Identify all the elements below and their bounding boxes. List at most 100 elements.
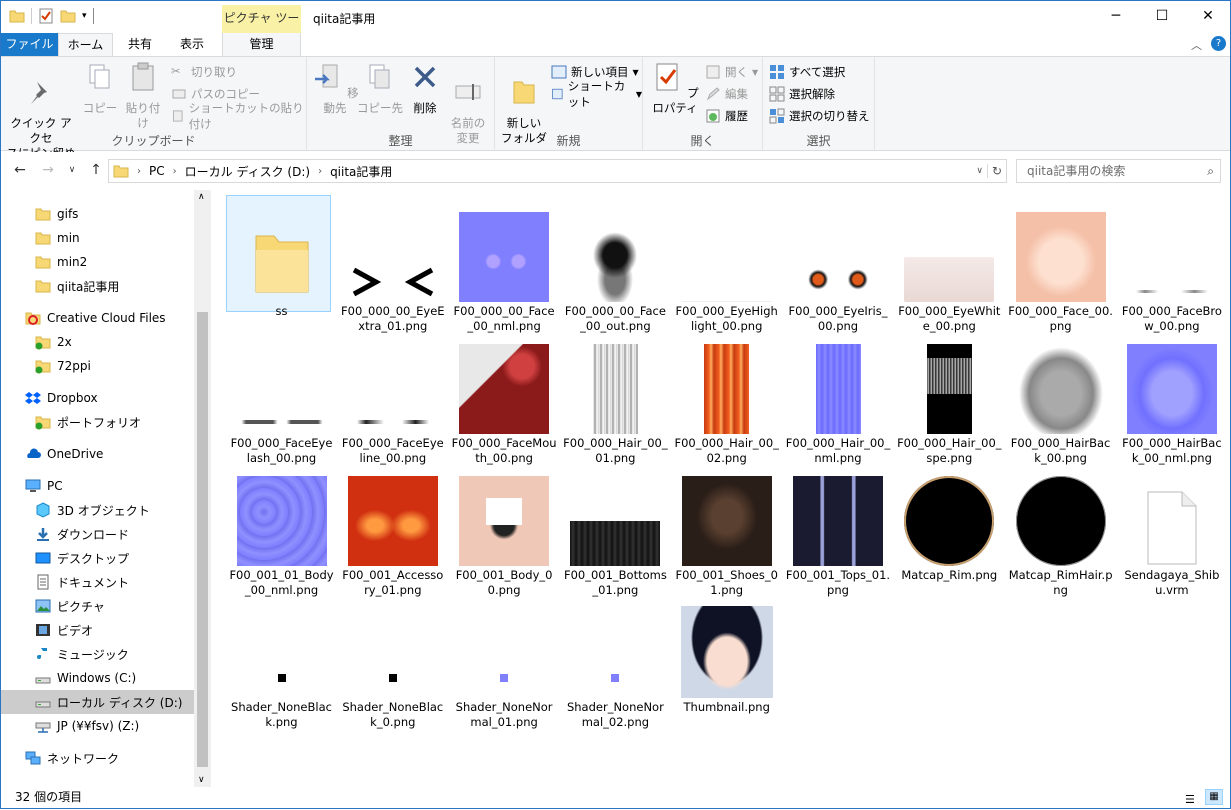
search-icon: ⌕ [1207,164,1214,178]
delete-button[interactable]: 削除 [405,61,445,116]
nav-item[interactable]: 72ppi [1,354,194,378]
address-box[interactable]: › PC › ローカル ディスク (D:) › qiita記事用 ∨ ↻ [108,159,1007,183]
nav-item[interactable]: Dropbox [1,386,194,410]
select-none-button[interactable]: 選択解除 [769,84,835,104]
paste-shortcut-button[interactable]: ショートカットの貼り付け [171,101,306,131]
nav-item[interactable]: Windows (C:) [1,666,194,690]
large-icons-view-icon[interactable]: ▦ [1205,789,1223,805]
dropdown-arrow-icon: ▼ [752,67,759,77]
invert-selection-button[interactable]: 選択の切り替え [769,106,870,126]
help-icon[interactable]: ? [1211,36,1226,51]
select-group-label: 選択 [806,134,831,148]
copy-to-icon [369,64,390,89]
nav-item[interactable]: qiita記事用 [1,274,194,298]
customize-qat-icon[interactable]: ▾ [82,11,87,21]
minimize-button[interactable]: ─ [1093,1,1139,33]
breadcrumb-drive[interactable]: ローカル ディスク (D:) [185,163,310,180]
nav-item[interactable]: ローカル ディスク (D:) [1,690,194,714]
select-none-icon [769,86,785,102]
details-view-icon[interactable]: ☰ [1185,790,1195,810]
nav-scrollbar[interactable]: ∧ ∨ [194,190,211,787]
nav-item[interactable]: ダウンロード [1,522,194,546]
nav-item[interactable]: 2x [1,330,194,354]
nav-item[interactable]: JP (¥¥fsv) (Z:) [1,714,194,738]
open-group-label: 開く [690,134,715,148]
nav-item[interactable]: gifs [1,202,194,226]
close-button[interactable]: ✕ [1185,1,1231,33]
nav-item[interactable]: ミュージック [1,642,194,666]
nav-item-label: ドキュメント [57,575,130,590]
tab-manage[interactable]: 管理 [222,33,301,57]
nav-item[interactable]: Creative Cloud Files [1,306,194,330]
thumbnail [1008,330,1113,434]
folder-icon [113,165,129,178]
history-button[interactable]: 履歴 [705,106,748,126]
scroll-down-icon[interactable]: ∨ [198,775,205,785]
cut-button[interactable]: ✂ 切り取り [171,62,237,82]
tab-file[interactable]: ファイル [1,33,58,56]
group-select: すべて選択 選択解除 選択の切り替え 選択 [763,57,875,151]
search-box[interactable]: qiita記事用の検索 ⌕ [1016,159,1221,183]
copy-button[interactable]: コピー [81,61,119,116]
breadcrumb-pc[interactable]: PC [149,164,165,178]
nav-item[interactable]: ビデオ [1,618,194,642]
nav-item[interactable]: 3D オブジェクト [1,498,194,522]
new-folder-icon[interactable] [60,8,76,24]
group-clipboard: クイック アクセ スにピン留め コピー 貼り付け ✂切り取り パスのコピー ショ… [1,57,307,160]
properties-icon[interactable] [38,8,54,24]
select-all-button[interactable]: すべて選択 [769,62,845,82]
forward-button[interactable]: → [37,162,59,182]
open-label: 開く [725,65,748,79]
nav-item[interactable]: PC [1,474,194,498]
tab-home[interactable]: ホーム [58,33,113,57]
recent-locations-button[interactable]: ∨ [61,165,83,185]
nav-item[interactable]: ネットワーク [1,746,194,770]
move-to-icon [315,64,338,88]
nav-item-label: ピクチャ [57,599,105,614]
maximize-button[interactable]: ☐ [1139,1,1185,33]
shortcut-icon [552,88,563,100]
scroll-up-icon[interactable]: ∧ [198,192,205,202]
nav-item[interactable]: ポートフォリオ [1,410,194,434]
thumbnail [452,198,557,302]
nav-item[interactable]: min [1,226,194,250]
clipboard-group-label: クリップボード [111,134,196,148]
edit-button[interactable]: 編集 [705,84,748,104]
dropbox-icon [25,392,41,404]
file-name: Shader_NoneNormal_01.png [455,700,553,729]
file-name: Shader_NoneBlack.png [231,700,332,729]
up-button[interactable]: ↑ [85,162,107,182]
pin-icon [31,82,47,104]
easy-access-button[interactable]: ショートカット ▼ [551,79,642,109]
nav-item[interactable]: ドキュメント [1,570,194,594]
nav-item[interactable]: ピクチャ [1,594,194,618]
address-dropdown-icon[interactable]: ∨ [976,166,983,176]
back-button[interactable]: ← [9,162,31,182]
tab-share[interactable]: 共有 [117,33,163,56]
delete-label: 削除 [413,101,437,115]
drive-icon [35,701,51,708]
folder-thumb-icon [255,235,308,293]
paste-button[interactable]: 貼り付け [121,61,165,131]
open-button[interactable]: 開く ▼ [705,62,758,82]
nav-item[interactable]: デスクトップ [1,546,194,570]
properties-button[interactable]: プロパティ [649,61,701,116]
nav-item[interactable]: min2 [1,250,194,274]
refresh-icon[interactable]: ↻ [986,164,1006,178]
copy-to-button[interactable]: コピー先 [357,61,403,116]
paste-shortcut-icon [173,110,183,122]
dropdown-arrow-icon: ▼ [635,89,642,99]
nav-item[interactable]: OneDrive [1,442,194,466]
synced-folder-icon [35,416,51,430]
collapse-ribbon-icon[interactable]: ︿ [1191,37,1202,53]
breadcrumb-folder[interactable]: qiita記事用 [330,163,392,180]
group-new: 新しい フォルダー 新しい項目▼ ショートカット▼ 新規 [495,57,643,160]
nav-scroll-thumb[interactable] [197,312,208,767]
nav-item-label: 3D オブジェクト [57,503,150,518]
copy-icon [89,64,110,89]
tab-view[interactable]: 表示 [169,33,215,56]
copy-label: コピー [82,101,118,115]
edit-icon [706,87,720,101]
move-to-button[interactable]: 移動先 [311,61,359,116]
nav-item-label: ビデオ [57,623,94,638]
